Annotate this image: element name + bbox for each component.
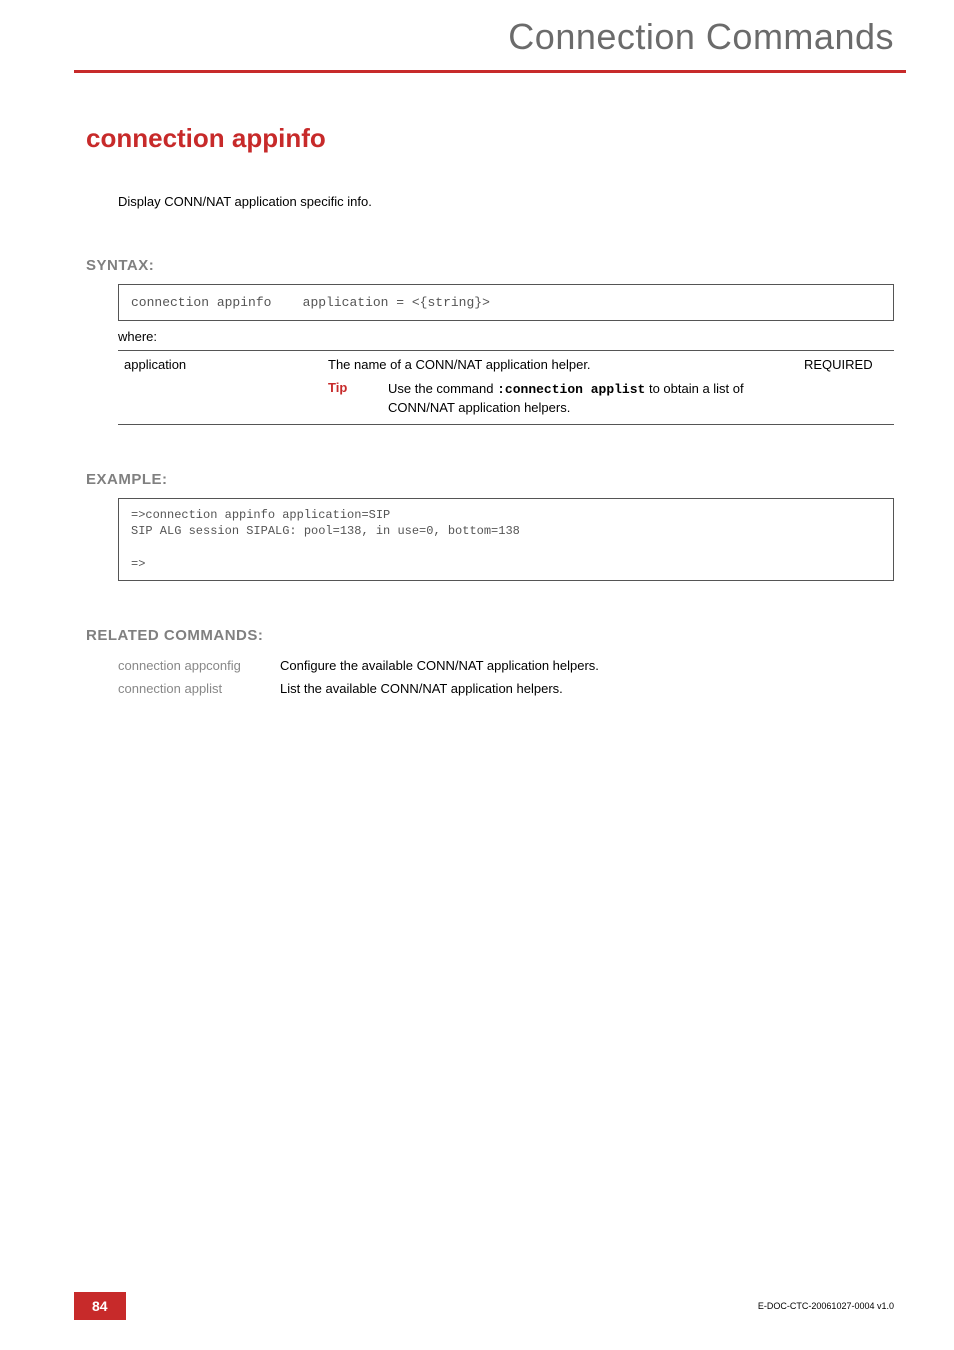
command-title: connection appinfo: [86, 123, 894, 154]
related-desc: List the available CONN/NAT application …: [280, 681, 563, 696]
tip-cmd: :connection applist: [497, 382, 645, 397]
tip-label: Tip: [328, 380, 388, 416]
where-label: where:: [118, 329, 894, 344]
header-title: Connection Commands: [60, 16, 894, 58]
param-required: REQUIRED: [804, 357, 894, 416]
related-cmd: connection appconfig: [118, 658, 280, 673]
page-number-badge: 84: [74, 1292, 126, 1320]
syntax-args: application = <{string}>: [303, 295, 490, 310]
page-header: Connection Commands: [0, 0, 954, 70]
param-desc-cell: The name of a CONN/NAT application helpe…: [328, 357, 804, 416]
page-footer: 84 E-DOC-CTC-20061027-0004 v1.0: [74, 1292, 894, 1320]
related-cmd: connection applist: [118, 681, 280, 696]
tip-pre: Use the command: [388, 381, 497, 396]
syntax-box: connection appinfo application = <{strin…: [118, 284, 894, 321]
related-row: connection appconfig Configure the avail…: [118, 654, 894, 677]
tip-row: Tip Use the command :connection applist …: [328, 380, 794, 416]
related-desc: Configure the available CONN/NAT applica…: [280, 658, 599, 673]
example-label: EXAMPLE:: [86, 471, 894, 488]
related-row: connection applist List the available CO…: [118, 677, 894, 700]
related-label: RELATED COMMANDS:: [86, 627, 894, 644]
param-table: application The name of a CONN/NAT appli…: [118, 350, 894, 425]
command-intro: Display CONN/NAT application specific in…: [118, 194, 894, 209]
syntax-command: connection appinfo: [131, 295, 271, 310]
param-name: application: [118, 357, 328, 416]
param-desc: The name of a CONN/NAT application helpe…: [328, 357, 794, 372]
example-box: =>connection appinfo application=SIP SIP…: [118, 498, 894, 581]
doc-id: E-DOC-CTC-20061027-0004 v1.0: [758, 1301, 894, 1311]
syntax-label: SYNTAX:: [86, 257, 894, 274]
content-area: connection appinfo Display CONN/NAT appl…: [0, 73, 954, 700]
tip-text: Use the command :connection applist to o…: [388, 380, 794, 416]
related-table: connection appconfig Configure the avail…: [118, 654, 894, 700]
